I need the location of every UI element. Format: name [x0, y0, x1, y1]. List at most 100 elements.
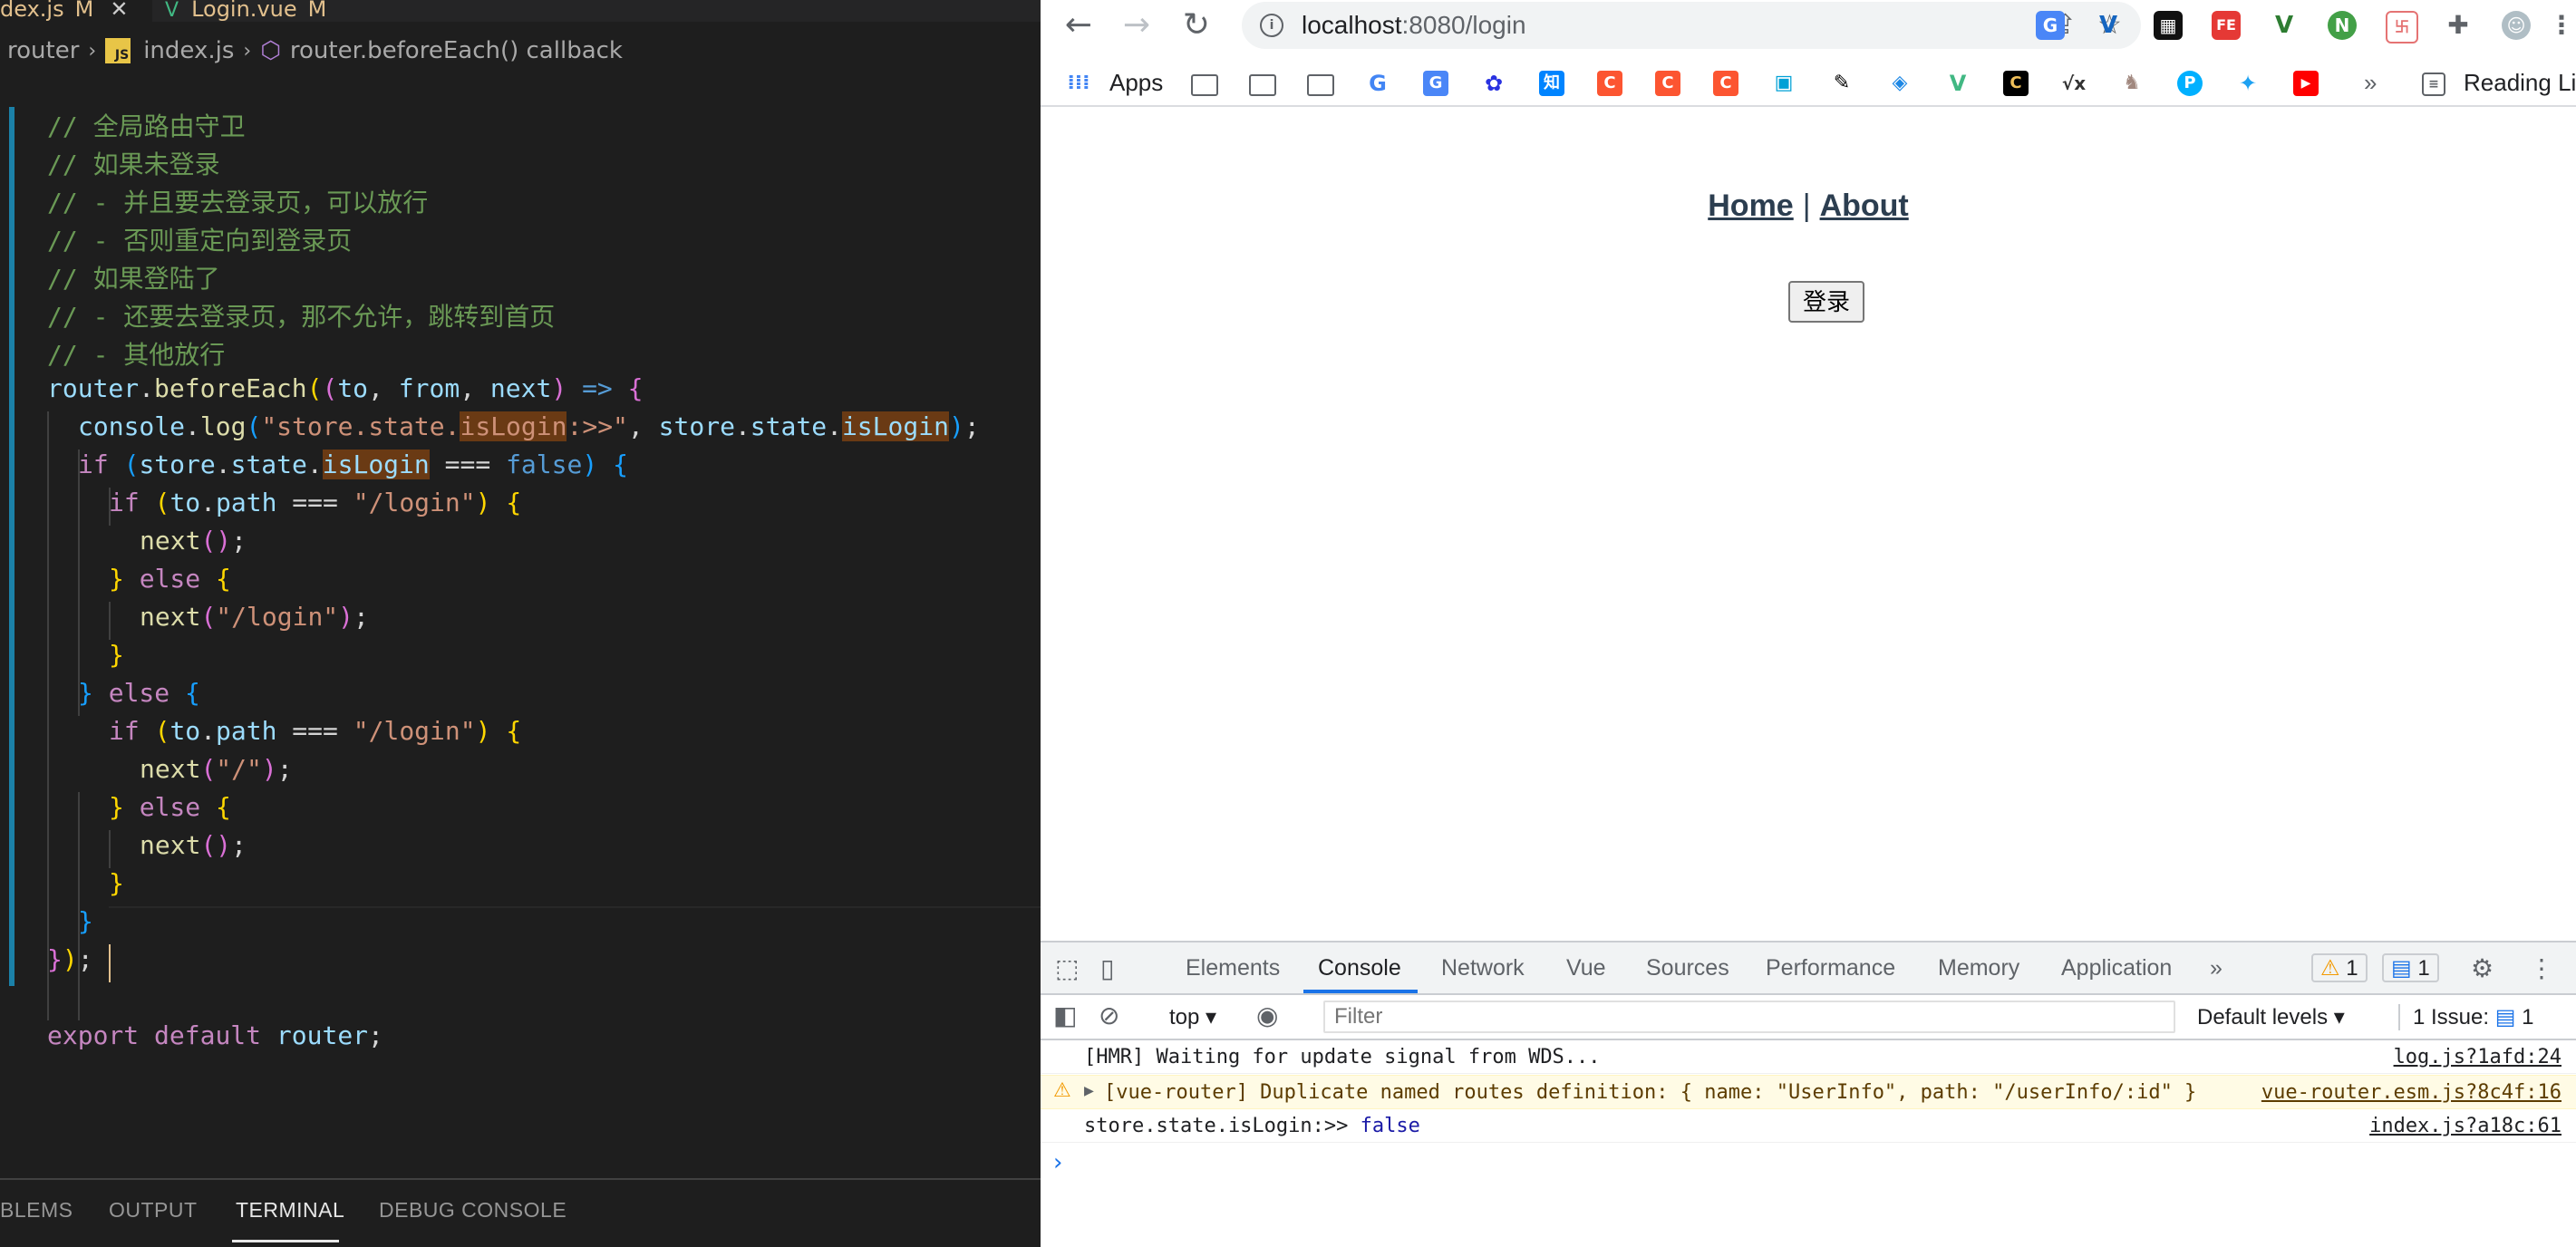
kebab-menu-icon[interactable]: ⋮ [2529, 953, 2554, 983]
tab-label: dex.js [0, 0, 64, 22]
console-source-link[interactable]: index.js?a18c:61 [2369, 1115, 2561, 1137]
math-icon[interactable]: √x [2061, 71, 2087, 96]
zhihu-icon[interactable]: 知 [1539, 71, 1564, 96]
youtube-icon[interactable]: ▶ [2293, 71, 2319, 96]
breadcrumb-item-router[interactable]: router [7, 37, 79, 64]
translate-extension-icon[interactable]: G [2036, 11, 2065, 40]
message-count-badge[interactable]: ▤ 1 [2382, 953, 2439, 982]
about-link[interactable]: About [1820, 188, 1909, 223]
inspect-element-icon[interactable]: ⬚ [1055, 953, 1079, 983]
tab-debug-console[interactable]: DEBUG CONSOLE [379, 1198, 567, 1223]
tab-problems[interactable]: BLEMS [0, 1198, 73, 1223]
log-levels-dropdown[interactable]: Default levels ▾ [2197, 1004, 2345, 1030]
info-icon[interactable]: i [1260, 14, 1283, 37]
url-text[interactable]: localhost:8080/login [1302, 11, 1526, 40]
tab-application[interactable]: Application [2061, 955, 2172, 981]
puzzle-extensions-icon[interactable]: ✚ [2444, 11, 2473, 40]
breadcrumb-item-symbol[interactable]: router.beforeEach() callback [290, 37, 623, 64]
more-tabs-icon[interactable]: » [2210, 955, 2223, 981]
close-icon[interactable]: ✕ [110, 0, 128, 22]
login-button[interactable]: 登录 [1788, 281, 1864, 323]
tab-index-js[interactable]: dex.js M ✕ [0, 0, 152, 22]
home-link[interactable]: Home [1708, 188, 1793, 223]
active-tab-indicator [232, 1240, 339, 1242]
indent-guide [78, 450, 80, 716]
tab-network[interactable]: Network [1441, 955, 1525, 981]
cube-icon[interactable]: ◈ [1887, 71, 1913, 96]
settings-gear-icon[interactable]: ⚙ [2471, 953, 2494, 983]
bookmark-apps[interactable]: Apps [1109, 69, 1163, 97]
address-bar[interactable]: i localhost:8080/login ⇪ ☆ [1242, 2, 2141, 49]
code-line: if (to.path === "/login") { [109, 488, 522, 517]
eye-icon[interactable]: ◉ [1256, 1000, 1278, 1030]
console-text: [vue-router] Duplicate named routes defi… [1104, 1081, 2197, 1104]
code-line: } else { [109, 792, 231, 822]
code-editor[interactable]: // 全局路由守卫 // 如果未登录 // - 并且要去登录页，可以放行 // … [0, 107, 1041, 1176]
tab-sources[interactable]: Sources [1646, 955, 1729, 981]
translate-icon[interactable]: G [1423, 71, 1448, 96]
tab-login-vue[interactable]: V Login.vue M [154, 0, 392, 22]
csdn-icon[interactable]: C [1713, 71, 1738, 96]
indent-guide [109, 602, 111, 640]
context-selector[interactable]: top ▾ [1169, 1004, 1216, 1030]
tab-performance[interactable]: Performance [1766, 955, 1895, 981]
clear-console-icon[interactable]: ⊘ [1099, 1000, 1119, 1030]
reload-icon[interactable]: ↻ [1177, 4, 1216, 47]
tab-output[interactable]: OUTPUT [109, 1198, 198, 1223]
tab-vue[interactable]: Vue [1566, 955, 1606, 981]
more-bookmarks-icon[interactable]: » [2364, 69, 2377, 97]
console-prompt-line[interactable]: › [1041, 1144, 2576, 1176]
vue-devtools-extension-icon[interactable]: V [2094, 11, 2123, 40]
apps-grid-icon[interactable]: ⁞⁞⁞ [1066, 71, 1091, 96]
google-icon[interactable]: G [1365, 71, 1390, 96]
expand-triangle-icon[interactable]: ▶ [1084, 1081, 1094, 1100]
p-icon[interactable]: P [2177, 71, 2203, 96]
log-string-highlight: isLogin [460, 411, 567, 441]
issues-count: 1 [2522, 1005, 2534, 1030]
message-icon: ▤ [2391, 956, 2412, 981]
dark-extension-icon[interactable]: ▦ [2154, 11, 2183, 40]
tab-elements[interactable]: Elements [1186, 955, 1280, 981]
reading-list-icon[interactable]: ≡ [2422, 72, 2445, 96]
tab-console[interactable]: Console [1318, 955, 1401, 981]
log-value: false [1360, 1115, 1420, 1137]
c-icon[interactable]: C [2003, 71, 2029, 96]
warning-count-badge[interactable]: ⚠ 1 [2311, 953, 2368, 982]
folder-icon[interactable] [1191, 74, 1218, 96]
console-source-link[interactable]: vue-router.esm.js?8c4f:16 [2261, 1081, 2561, 1104]
back-arrow-icon[interactable]: ← [1059, 4, 1099, 47]
issues-button[interactable]: 1 Issue: ▤ 1 [2398, 1004, 2533, 1030]
n-extension-icon[interactable]: N [2328, 11, 2357, 40]
forward-arrow-icon[interactable]: → [1117, 4, 1157, 47]
dog-icon[interactable]: ♞ [2119, 71, 2145, 96]
devtools-tab-bar: ⬚ ▯ Elements Console Network Vue Sources… [1041, 942, 2576, 995]
baidu-icon[interactable]: ✿ [1481, 71, 1506, 96]
tab-memory[interactable]: Memory [1938, 955, 2019, 981]
tab-terminal[interactable]: TERMINAL [236, 1198, 344, 1223]
console-source-link[interactable]: log.js?1afd:24 [2394, 1046, 2561, 1068]
symbol-method-icon: ⬡ [260, 37, 281, 64]
js-file-icon: JS [105, 38, 131, 63]
issues-label: 1 Issue: [2413, 1005, 2490, 1030]
avatar[interactable]: ☺ [2502, 11, 2531, 40]
breadcrumb-item-file[interactable]: index.js [143, 37, 234, 64]
editor-tab-bar: dex.js M ✕ V Login.vue M [0, 0, 1041, 22]
csdn-icon[interactable]: C [1655, 71, 1680, 96]
menu-icon[interactable]: ⋮ [2549, 11, 2574, 40]
device-toolbar-icon[interactable]: ▯ [1100, 953, 1114, 983]
fe-extension-icon[interactable]: FE [2212, 11, 2241, 40]
twitter-icon[interactable]: ✦ [2235, 71, 2261, 96]
pen-icon[interactable]: ✎ [1829, 71, 1855, 96]
folder-icon[interactable] [1307, 74, 1334, 96]
csdn-icon[interactable]: C [1597, 71, 1622, 96]
bilibili-icon[interactable]: ▣ [1771, 71, 1796, 96]
sidebar-toggle-icon[interactable]: ◧ [1053, 1000, 1077, 1030]
reading-list[interactable]: Reading List [2464, 69, 2576, 97]
checker-extension-icon[interactable]: 卐 [2386, 11, 2418, 44]
folder-icon[interactable] [1249, 74, 1276, 96]
console-filter-input[interactable] [1323, 1000, 2175, 1033]
log-string: "store.state. [261, 411, 460, 441]
vue-extension-icon[interactable]: V [2270, 11, 2299, 40]
code-line: } [78, 906, 93, 936]
vue-icon[interactable]: V [1945, 71, 1971, 96]
